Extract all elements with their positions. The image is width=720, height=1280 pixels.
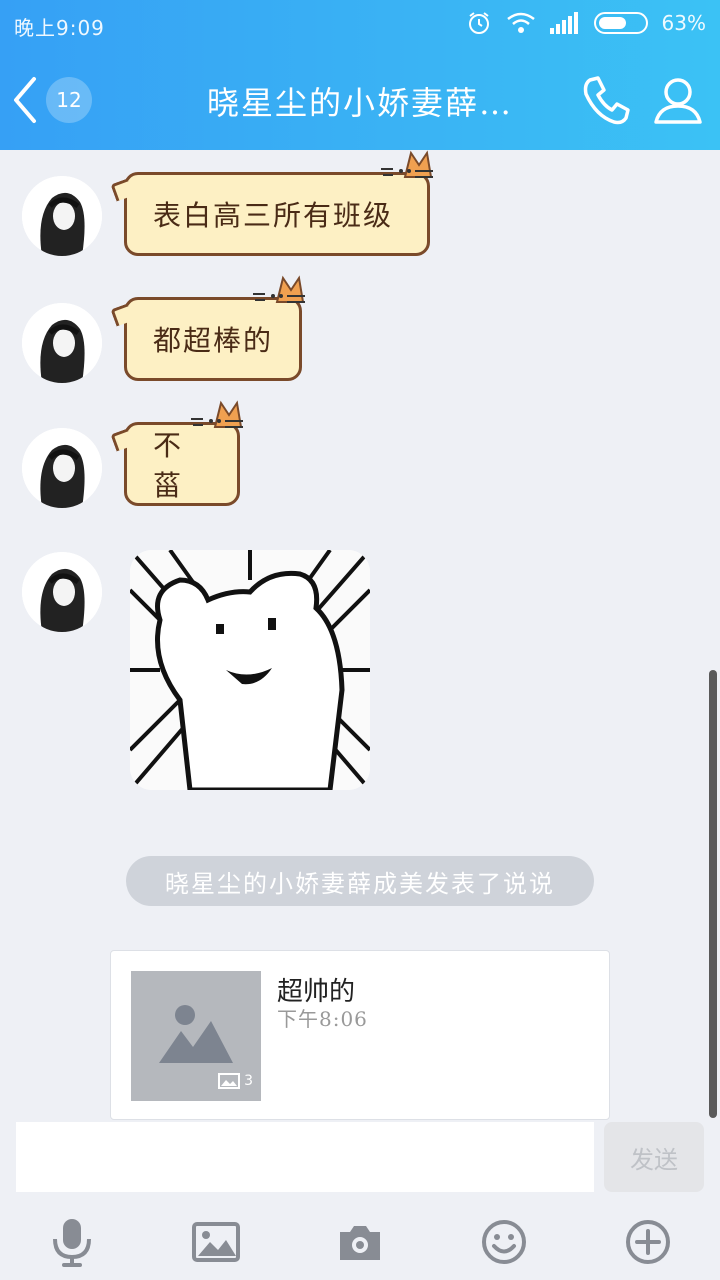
bubble-tail — [110, 428, 134, 452]
input-toolbar — [0, 1200, 720, 1280]
post-thumbnail: 3 — [131, 971, 261, 1101]
system-notice: 晓星尘的小娇妻薛成美发表了说说 — [126, 856, 594, 906]
message-text: 都超棒的 — [153, 324, 274, 357]
battery-icon — [593, 12, 648, 34]
avatar-image — [22, 176, 102, 256]
post-time: 下午8:06 — [277, 1007, 368, 1031]
message-bubble[interactable]: 表白高三所有班级 — [110, 150, 433, 256]
battery-fill — [598, 17, 627, 29]
bubble-tail — [110, 178, 134, 202]
call-button[interactable] — [578, 72, 634, 128]
shared-post-card[interactable]: 3 超帅的 下午8:06 — [110, 950, 610, 1120]
battery-percent: 63% — [661, 11, 706, 35]
avatar[interactable] — [22, 176, 102, 256]
back-arrow-icon — [14, 77, 36, 123]
bear-sticker — [130, 550, 370, 790]
wifi-icon — [506, 12, 535, 33]
nav-bar: 12 晓星尘的小娇妻薛… — [0, 60, 720, 140]
cat-ears-icon — [253, 275, 305, 303]
gallery-icon — [218, 1073, 241, 1089]
sticker-image[interactable] — [130, 550, 370, 790]
voice-button[interactable] — [44, 1214, 100, 1270]
cat-ears-icon — [191, 400, 243, 428]
person-icon — [654, 78, 702, 124]
emoji-button[interactable] — [476, 1214, 532, 1270]
scrollbar[interactable] — [709, 670, 717, 1118]
message-text: 表白高三所有班级 — [153, 199, 394, 232]
send-button[interactable]: 发送 — [604, 1122, 704, 1192]
alarm-icon — [468, 12, 489, 34]
image-count: 3 — [218, 1073, 253, 1089]
status-icons: 63% — [466, 10, 706, 36]
image-icon — [192, 1222, 240, 1262]
back-button[interactable]: 12 — [10, 70, 106, 130]
camera-button[interactable] — [332, 1214, 388, 1270]
bubble-tail — [110, 303, 134, 327]
phone-icon — [583, 76, 630, 125]
profile-button[interactable] — [650, 72, 706, 128]
avatar[interactable] — [22, 428, 102, 508]
chat-header: 晚上9:09 63% 12 晓星尘的小娇妻薛… — [0, 0, 720, 150]
image-button[interactable] — [188, 1214, 244, 1270]
status-time: 晚上9:09 — [14, 16, 105, 40]
message-bubble[interactable]: 都超棒的 — [110, 275, 305, 381]
chat-title: 晓星尘的小娇妻薛… — [206, 84, 513, 122]
message-input[interactable] — [16, 1122, 594, 1192]
more-button[interactable] — [620, 1214, 676, 1270]
avatar[interactable] — [22, 552, 102, 632]
unread-count-badge: 12 — [46, 77, 92, 123]
avatar-image — [22, 552, 102, 632]
image-count-value: 3 — [244, 1073, 253, 1089]
avatar[interactable] — [22, 303, 102, 383]
mic-icon — [53, 1219, 91, 1267]
message-bubble[interactable]: 不菑 — [110, 400, 243, 506]
signal-icon — [549, 12, 578, 34]
avatar-image — [22, 303, 102, 383]
plus-icon — [626, 1220, 670, 1264]
camera-icon — [340, 1226, 380, 1260]
cat-ears-icon — [381, 150, 433, 178]
status-bar: 晚上9:09 63% — [0, 0, 720, 48]
emoji-icon — [482, 1220, 526, 1264]
avatar-image — [22, 428, 102, 508]
